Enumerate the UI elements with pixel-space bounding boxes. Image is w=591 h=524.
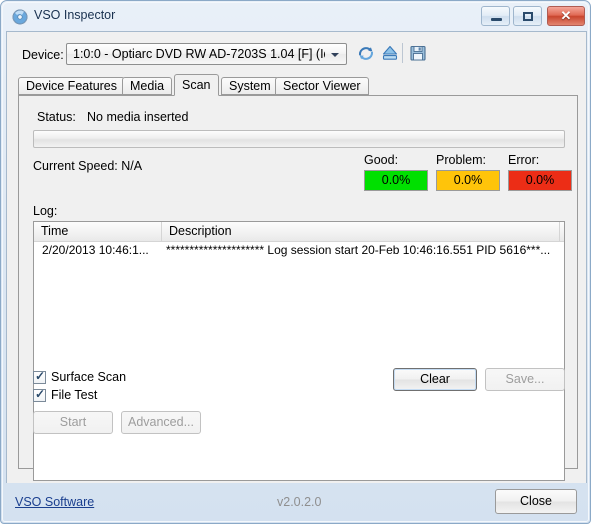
tab-sector-viewer[interactable]: Sector Viewer <box>275 77 369 95</box>
meter-error-label: Error: <box>508 153 540 167</box>
close-dialog-button[interactable]: Close <box>495 489 577 514</box>
tab-scan[interactable]: Scan <box>174 74 219 96</box>
status-label: Status: <box>37 110 76 124</box>
meter-good-label: Good: <box>364 153 399 167</box>
meter-problem-label: Problem: <box>436 153 487 167</box>
tab-media[interactable]: Media <box>122 77 173 95</box>
footer-bar: VSO Software v2.0.2.0 Close <box>1 483 590 523</box>
client-area: Device: 1:0:0 - Optiarc DVD RW AD-7203S … <box>6 31 587 483</box>
check-icon: ✓ <box>35 387 46 401</box>
current-speed-label: Current Speed: N/A <box>33 159 143 173</box>
title-bar: VSO Inspector ✕ <box>1 1 590 31</box>
log-list-header: Time Description <box>34 222 564 242</box>
log-list[interactable]: Time Description 2/20/2013 10:46:1... **… <box>33 221 565 481</box>
maximize-icon <box>523 12 533 21</box>
log-label: Log: <box>33 204 58 218</box>
device-label: Device: <box>22 48 64 62</box>
meter-error-value: 0.0% <box>508 170 572 191</box>
log-row-time: 2/20/2013 10:46:1... <box>42 243 149 257</box>
vso-software-link[interactable]: VSO Software <box>15 495 94 509</box>
scan-panel: Status: No media inserted Current Speed:… <box>18 95 578 481</box>
tab-device-features[interactable]: Device Features <box>18 77 126 95</box>
status-value: No media inserted <box>87 110 189 124</box>
window-title: VSO Inspector <box>34 8 116 22</box>
close-icon: ✕ <box>560 8 572 23</box>
toolbar-separator <box>402 43 403 63</box>
eject-icon[interactable] <box>379 42 401 64</box>
column-header-description[interactable]: Description <box>162 222 560 241</box>
meter-good-value: 0.0% <box>364 170 428 191</box>
close-button[interactable]: ✕ <box>547 6 585 26</box>
save-log-button[interactable]: Save... <box>485 368 565 391</box>
device-select[interactable]: 1:0:0 - Optiarc DVD RW AD-7203S 1.04 [F]… <box>66 43 347 65</box>
check-icon: ✓ <box>35 369 46 383</box>
disc-icon <box>12 9 28 25</box>
app-window: VSO Inspector ✕ Device: 1:0:0 - Optiarc … <box>0 0 591 524</box>
chevron-down-icon <box>331 53 339 57</box>
device-select-value: 1:0:0 - Optiarc DVD RW AD-7203S 1.04 [F]… <box>73 47 325 61</box>
advanced-button[interactable]: Advanced... <box>121 411 201 434</box>
column-header-time[interactable]: Time <box>34 222 162 241</box>
meter-problem-value: 0.0% <box>436 170 500 191</box>
refresh-icon[interactable] <box>355 42 377 64</box>
log-row-description: ********************* Log session start … <box>166 243 551 257</box>
minimize-icon <box>491 18 502 21</box>
checkbox-surface-scan-label: Surface Scan <box>51 370 127 384</box>
tab-system[interactable]: System <box>221 77 279 95</box>
tab-bar: Device Features Media Scan System Sector… <box>18 74 578 96</box>
save-icon[interactable] <box>407 42 429 64</box>
checkbox-file-test-label: File Test <box>51 388 98 402</box>
version-label: v2.0.2.0 <box>277 495 322 509</box>
start-button[interactable]: Start <box>33 411 113 434</box>
table-row[interactable]: 2/20/2013 10:46:1... *******************… <box>34 242 564 259</box>
checkbox-file-test-box: ✓ <box>33 387 46 402</box>
maximize-button[interactable] <box>513 6 542 26</box>
scan-progress-bar <box>33 130 565 148</box>
clear-button[interactable]: Clear <box>393 368 477 391</box>
minimize-button[interactable] <box>481 6 510 26</box>
checkbox-surface-scan-box: ✓ <box>33 369 46 384</box>
